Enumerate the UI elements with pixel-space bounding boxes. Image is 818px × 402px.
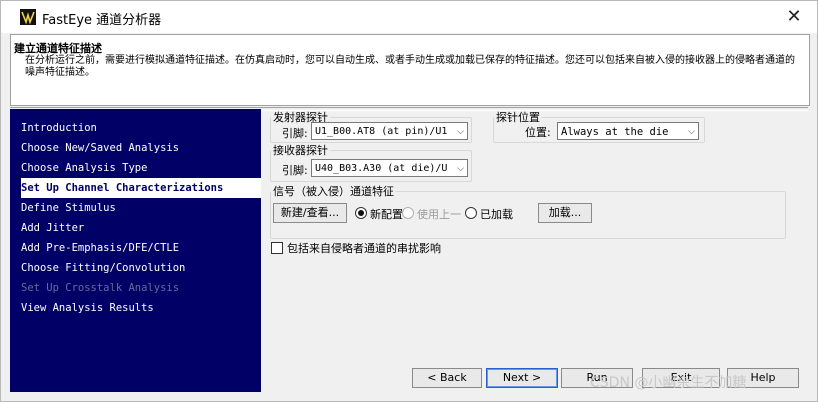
chevron-down-icon: ⌵ xyxy=(688,127,695,137)
watermark: CSDN @小幽余生不加糖 xyxy=(590,375,747,391)
back-button[interactable]: < Back xyxy=(412,368,482,388)
radio-use-last-label: 使用上一 xyxy=(417,208,461,221)
fasteye-logo-icon xyxy=(20,9,36,25)
radio-loaded-label: 已加载 xyxy=(480,208,513,221)
probe-position-legend: 探针位置 xyxy=(496,111,540,124)
page-description: 在分析运行之前，需要进行模拟通道特征描述。在仿真启动时，您可以自动生成、或者手动… xyxy=(25,55,795,78)
transmitter-pin-label: 引脚: xyxy=(282,127,308,140)
content-panel: 发射器探针 引脚: U1_B00.AT8 (at pin)/U1 ⌵ 探针位置 … xyxy=(263,109,809,369)
nav-item-choose-analysis-type[interactable]: Choose Analysis Type xyxy=(21,158,261,178)
chevron-down-icon: ⌵ xyxy=(457,164,464,174)
probe-position-label: 位置: xyxy=(525,126,551,139)
header-panel: 建立通道特征描述 在分析运行之前，需要进行模拟通道特征描述。在仿真启动时，您可以… xyxy=(10,34,810,106)
probe-position-select[interactable]: Always at the die ⌵ xyxy=(557,122,699,140)
channel-characterization-legend: 信号（被入侵）通道特征 xyxy=(273,185,394,198)
nav-item-crosstalk-analysis: Set Up Crosstalk Analysis xyxy=(21,282,180,294)
nav-item-add-preemphasis[interactable]: Add Pre-Emphasis/DFE/CTLE xyxy=(21,238,261,258)
transmitter-pin-select[interactable]: U1_B00.AT8 (at pin)/U1 ⌵ xyxy=(311,122,468,140)
crosstalk-checkbox[interactable] xyxy=(271,242,283,254)
chevron-down-icon: ⌵ xyxy=(457,127,464,137)
nav-item-introduction[interactable]: Introduction xyxy=(21,118,261,138)
close-button[interactable]: ✕ xyxy=(781,5,807,29)
receiver-probe-legend: 接收器探针 xyxy=(273,144,328,157)
nav-item-view-results[interactable]: View Analysis Results xyxy=(21,298,261,318)
receiver-pin-select[interactable]: U40_B03.A30 (at die)/U ⌵ xyxy=(311,159,468,177)
close-icon: ✕ xyxy=(786,6,802,27)
nav-item-choose-new-saved[interactable]: Choose New/Saved Analysis xyxy=(21,138,261,158)
probe-position-value: Always at the die xyxy=(561,126,669,138)
radio-loaded[interactable] xyxy=(465,207,477,219)
load-button[interactable]: 加载... xyxy=(538,203,592,223)
transmitter-pin-value: U1_B00.AT8 (at pin)/U1 xyxy=(315,126,448,137)
title-bar: FastEye 通道分析器 ✕ xyxy=(1,1,817,33)
app-window: FastEye 通道分析器 ✕ 建立通道特征描述 在分析运行之前，需要进行模拟通… xyxy=(0,0,818,402)
new-view-button[interactable]: 新建/查看... xyxy=(273,203,347,223)
radio-use-last xyxy=(402,207,414,219)
receiver-pin-label: 引脚: xyxy=(282,164,308,177)
radio-new-config-label: 新配置 xyxy=(370,208,403,221)
radio-new-config[interactable] xyxy=(355,207,367,219)
window-title: FastEye 通道分析器 xyxy=(42,13,162,28)
crosstalk-checkbox-label: 包括来自侵略者通道的串扰影响 xyxy=(287,242,441,255)
receiver-pin-value: U40_B03.A30 (at die)/U xyxy=(315,163,448,174)
nav-item-add-jitter[interactable]: Add Jitter xyxy=(21,218,261,238)
channel-characterization-group: 信号（被入侵）通道特征 xyxy=(270,183,786,239)
page-title: 建立通道特征描述 xyxy=(14,42,102,55)
nav-item-channel-characterizations[interactable]: Set Up Channel Characterizations xyxy=(21,178,261,198)
next-button[interactable]: Next > xyxy=(486,368,558,388)
nav-item-choose-fitting[interactable]: Choose Fitting/Convolution xyxy=(21,258,261,278)
wizard-steps-sidebar: Introduction Choose New/Saved Analysis C… xyxy=(10,109,261,392)
nav-item-define-stimulus[interactable]: Define Stimulus xyxy=(21,198,261,218)
